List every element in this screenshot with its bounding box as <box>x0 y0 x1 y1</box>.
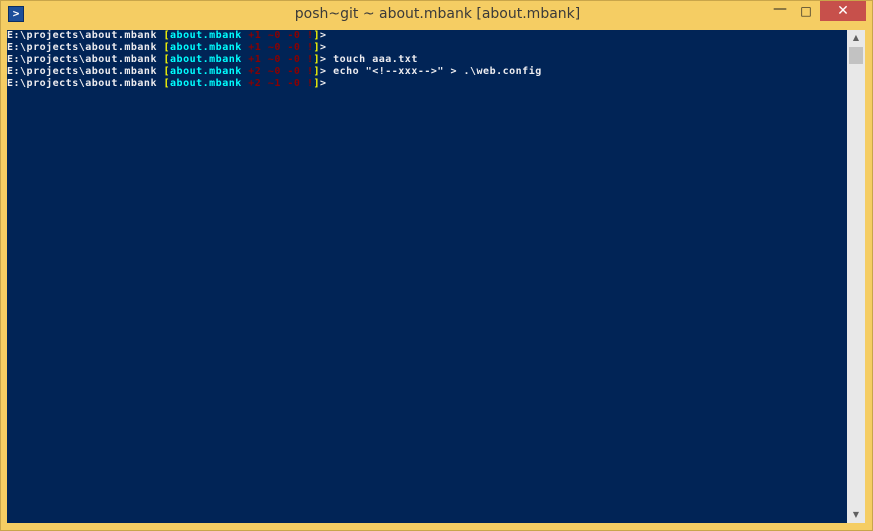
scroll-down-arrow-icon[interactable]: ▼ <box>847 507 865 523</box>
close-button[interactable]: ✕ <box>820 1 866 21</box>
prompt-symbol: > <box>320 78 334 89</box>
git-status: +1 ~0 -0 ! <box>241 42 314 53</box>
git-status: +2 ~0 -0 ! <box>241 66 314 77</box>
git-branch: about.mbank <box>170 54 242 65</box>
scroll-up-arrow-icon[interactable]: ▲ <box>847 30 865 46</box>
powershell-window: > posh~git ~ about.mbank [about.mbank] —… <box>0 0 873 531</box>
console-line: E:\projects\about.mbank [about.mbank +2 … <box>7 66 542 78</box>
git-status: +1 ~0 -0 ! <box>241 54 314 65</box>
prompt-symbol: > <box>320 42 334 53</box>
console-output[interactable]: E:\projects\about.mbank [about.mbank +1 … <box>7 30 847 523</box>
git-status: +2 ~1 -0 ! <box>241 78 314 89</box>
console-line: E:\projects\about.mbank [about.mbank +2 … <box>7 78 333 90</box>
prompt-path: E:\projects\about.mbank <box>7 30 164 41</box>
maximize-button[interactable]: □ <box>793 1 819 21</box>
command-text: touch aaa.txt <box>333 54 418 65</box>
prompt-path: E:\projects\about.mbank <box>7 54 164 65</box>
prompt-path: E:\projects\about.mbank <box>7 78 164 89</box>
console-line: E:\projects\about.mbank [about.mbank +1 … <box>7 54 418 66</box>
minimize-button[interactable]: — <box>767 1 793 21</box>
prompt-symbol: > <box>320 66 334 77</box>
console-line: E:\projects\about.mbank [about.mbank +1 … <box>7 30 333 42</box>
vertical-scrollbar[interactable]: ▲ ▼ <box>847 30 865 523</box>
console-line: E:\projects\about.mbank [about.mbank +1 … <box>7 42 333 54</box>
git-branch: about.mbank <box>170 66 242 77</box>
window-title: posh~git ~ about.mbank [about.mbank] <box>294 6 581 22</box>
git-branch: about.mbank <box>170 78 242 89</box>
command-text: echo "<!--xxx-->" > .\web.config <box>333 66 542 77</box>
git-branch: about.mbank <box>170 42 242 53</box>
prompt-symbol: > <box>320 30 334 41</box>
git-branch: about.mbank <box>170 30 242 41</box>
scroll-thumb[interactable] <box>849 47 863 64</box>
title-bar[interactable]: > posh~git ~ about.mbank [about.mbank] —… <box>1 1 873 29</box>
git-status: +1 ~0 -0 ! <box>241 30 314 41</box>
prompt-path: E:\projects\about.mbank <box>7 42 164 53</box>
prompt-path: E:\projects\about.mbank <box>7 66 164 77</box>
prompt-symbol: > <box>320 54 334 65</box>
